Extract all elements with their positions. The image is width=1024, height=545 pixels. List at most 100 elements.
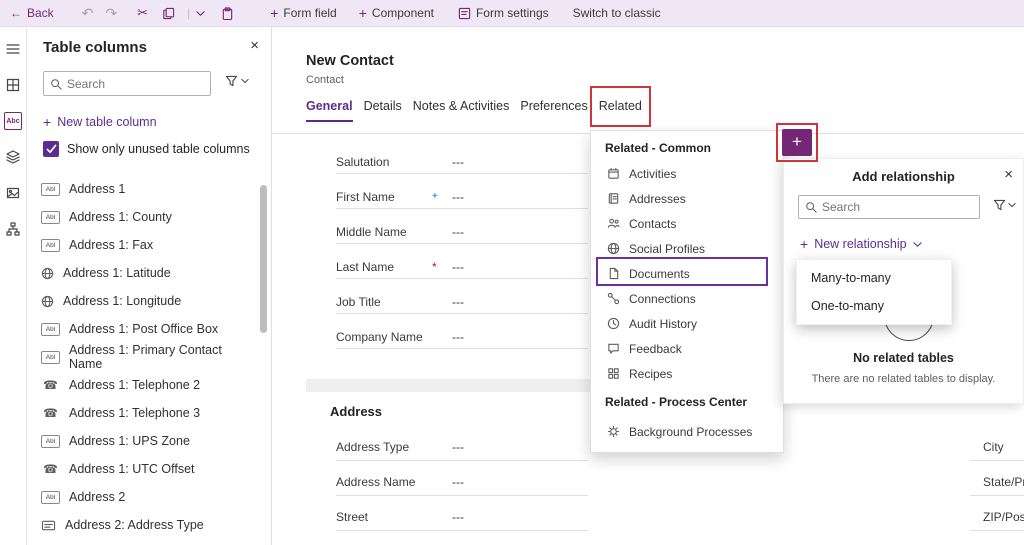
form-settings-label: Form settings <box>475 6 549 20</box>
menu-item-activities[interactable]: Activities <box>591 161 783 186</box>
list-item[interactable]: Abl Address 2 <box>27 483 257 511</box>
add-icon: + <box>270 5 279 21</box>
tree-view-icon[interactable] <box>4 220 22 238</box>
text-field-icon: Abl <box>41 210 60 224</box>
components-icon[interactable] <box>4 76 22 94</box>
menu-item-feedback[interactable]: Feedback <box>591 336 783 361</box>
back-button[interactable]: ← Back <box>10 6 54 20</box>
list-item[interactable]: Abl Address 1: UPS Zone <box>27 427 257 455</box>
menu-item-connections[interactable]: Connections <box>591 286 783 311</box>
tab-details[interactable]: Details <box>364 99 402 122</box>
field-row: City <box>970 435 1024 461</box>
menu-item-one-to-many[interactable]: One-to-many <box>797 292 951 320</box>
new-table-column-button[interactable]: + New table column <box>43 115 157 129</box>
list-item[interactable]: Abl Address 1: Fax <box>27 231 257 259</box>
list-item[interactable]: Address 1: Longitude <box>27 287 257 315</box>
redo-button[interactable]: ↷ <box>105 5 117 22</box>
empty-state-title: No related tables <box>853 351 954 365</box>
menu-item-addresses[interactable]: Addresses <box>591 186 783 211</box>
form-field-button[interactable]: + Form field <box>270 6 337 20</box>
list-item[interactable]: ☎ Address 1: UTC Offset <box>27 455 257 483</box>
form-settings-icon <box>458 7 471 19</box>
tab-related[interactable]: Related <box>589 86 651 127</box>
new-relationship-label: New relationship <box>814 237 907 251</box>
close-icon[interactable]: × <box>1004 166 1013 183</box>
table-columns-search[interactable] <box>43 71 211 96</box>
add-icon: + <box>43 114 52 130</box>
list-item[interactable]: ☎ Address 1: Telephone 3 <box>27 399 257 427</box>
globe-icon <box>41 295 54 307</box>
search-input[interactable] <box>822 200 973 214</box>
page-subtitle: Contact <box>306 74 344 86</box>
list-item[interactable]: Address 2: Address Type <box>27 511 257 539</box>
form-settings-button[interactable]: Form settings <box>458 6 549 20</box>
menu-icon[interactable] <box>4 40 22 58</box>
layers-icon[interactable] <box>4 148 22 166</box>
menu-item-audit-history[interactable]: Audit History <box>591 311 783 336</box>
new-table-column-label: New table column <box>57 115 157 129</box>
media-icon[interactable] <box>4 184 22 202</box>
table-columns-icon[interactable]: Abc <box>4 112 22 130</box>
field-row: Middle Name --- <box>336 222 588 244</box>
paste-button[interactable] <box>221 6 234 20</box>
scrollbar[interactable] <box>260 185 267 333</box>
text-field-icon: Abl <box>41 350 60 364</box>
form-field-label: Form field <box>283 6 337 20</box>
new-relationship-button[interactable]: + New relationship <box>800 237 922 251</box>
contacts-icon <box>607 218 620 228</box>
menu-item-background-processes[interactable]: Background Processes <box>591 419 783 444</box>
text-field-icon: Abl <box>41 182 60 196</box>
field-row: Address Type --- <box>336 435 588 461</box>
list-item[interactable]: Abl Address 1: Post Office Box <box>27 315 257 343</box>
clock-icon <box>607 317 620 330</box>
list-item[interactable]: ☎ Address 1: Telephone 2 <box>27 371 257 399</box>
menu-item-contacts[interactable]: Contacts <box>591 211 783 236</box>
menu-item-recipes[interactable]: Recipes <box>591 361 783 386</box>
list-item[interactable]: Abl Address 1: County <box>27 203 257 231</box>
list-item[interactable]: Abl Address 1 <box>27 175 257 203</box>
filter-icon <box>993 199 1006 211</box>
tab-preferences[interactable]: Preferences <box>520 99 587 122</box>
filter-button[interactable] <box>225 75 249 87</box>
cut-button[interactable]: ✂ <box>137 5 148 21</box>
close-icon[interactable]: × <box>250 37 259 54</box>
search-input[interactable] <box>67 76 204 91</box>
component-button[interactable]: + Component <box>359 6 434 20</box>
add-icon: + <box>358 5 367 21</box>
field-row: First Name + --- <box>336 187 588 209</box>
copy-icon <box>163 7 175 19</box>
add-relationship-button[interactable]: + <box>782 129 812 156</box>
relationship-search[interactable] <box>798 195 980 219</box>
search-icon <box>51 78 62 90</box>
show-unused-label: Show only unused table columns <box>67 142 250 156</box>
field-row: ZIP/Posta <box>970 505 1024 531</box>
form-tabs: General Details Notes & Activities Prefe… <box>306 86 651 127</box>
clipboard-icon <box>222 6 233 20</box>
timezone-icon: ☎ <box>43 462 58 476</box>
undo-button[interactable]: ↶ <box>82 5 94 22</box>
menu-item-social-profiles[interactable]: Social Profiles <box>591 236 783 261</box>
text-field-icon: Abl <box>41 238 60 252</box>
filter-button[interactable] <box>993 199 1016 211</box>
feedback-icon <box>608 343 619 354</box>
chevron-down-icon <box>196 10 205 16</box>
chevron-down-icon <box>1008 202 1016 208</box>
list-item[interactable]: Abl Address 1: Primary Contact Name <box>27 343 257 371</box>
copy-button[interactable] <box>162 7 175 20</box>
phone-icon: ☎ <box>43 406 58 420</box>
address-section-title: Address <box>330 404 383 419</box>
show-unused-checkbox-row[interactable]: Show only unused table columns <box>43 141 250 157</box>
chevron-down-icon <box>912 241 922 247</box>
menu-item-documents[interactable]: Documents <box>591 261 783 286</box>
tab-general[interactable]: General <box>306 99 353 122</box>
tab-notes-activities[interactable]: Notes & Activities <box>413 99 510 122</box>
paste-split-chevron[interactable] <box>196 9 205 18</box>
globe-icon <box>607 242 620 255</box>
menu-item-many-to-many[interactable]: Many-to-many <box>797 264 951 292</box>
component-label: Component <box>371 6 434 20</box>
toolbar-divider: | <box>187 6 191 20</box>
list-item[interactable]: Address 1: Latitude <box>27 259 257 287</box>
switch-to-classic-button[interactable]: Switch to classic <box>573 6 661 20</box>
switch-to-classic-label: Switch to classic <box>572 6 661 20</box>
checkbox-checked-icon[interactable] <box>43 141 59 157</box>
